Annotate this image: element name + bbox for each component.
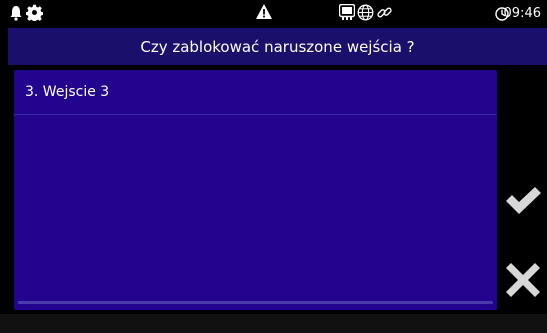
action-column xyxy=(499,70,547,310)
cancel-button[interactable] xyxy=(499,257,547,307)
checkmark-icon xyxy=(503,185,543,219)
inputs-list: 3. Wejscie 3 xyxy=(14,70,497,310)
bell-icon xyxy=(10,5,22,25)
gear-icon[interactable] xyxy=(25,4,44,25)
network-icon xyxy=(338,3,356,25)
status-bar: 09:46 xyxy=(0,0,547,28)
x-icon xyxy=(506,263,540,301)
dialog-title: Czy zablokować naruszone wejścia ? xyxy=(140,37,415,56)
warning-icon xyxy=(256,4,272,23)
confirm-button[interactable] xyxy=(499,177,547,227)
globe-icon xyxy=(357,4,374,25)
list-item-label: 3. Wejscie 3 xyxy=(25,84,110,100)
clock-time: 09:46 xyxy=(503,6,541,21)
dialog-title-bar: Czy zablokować naruszone wejścia ? xyxy=(8,28,547,65)
horizontal-scrollbar[interactable] xyxy=(18,301,493,304)
list-item[interactable]: 3. Wejscie 3 xyxy=(14,70,497,115)
bottom-bar xyxy=(0,314,547,333)
link-icon xyxy=(376,4,393,25)
